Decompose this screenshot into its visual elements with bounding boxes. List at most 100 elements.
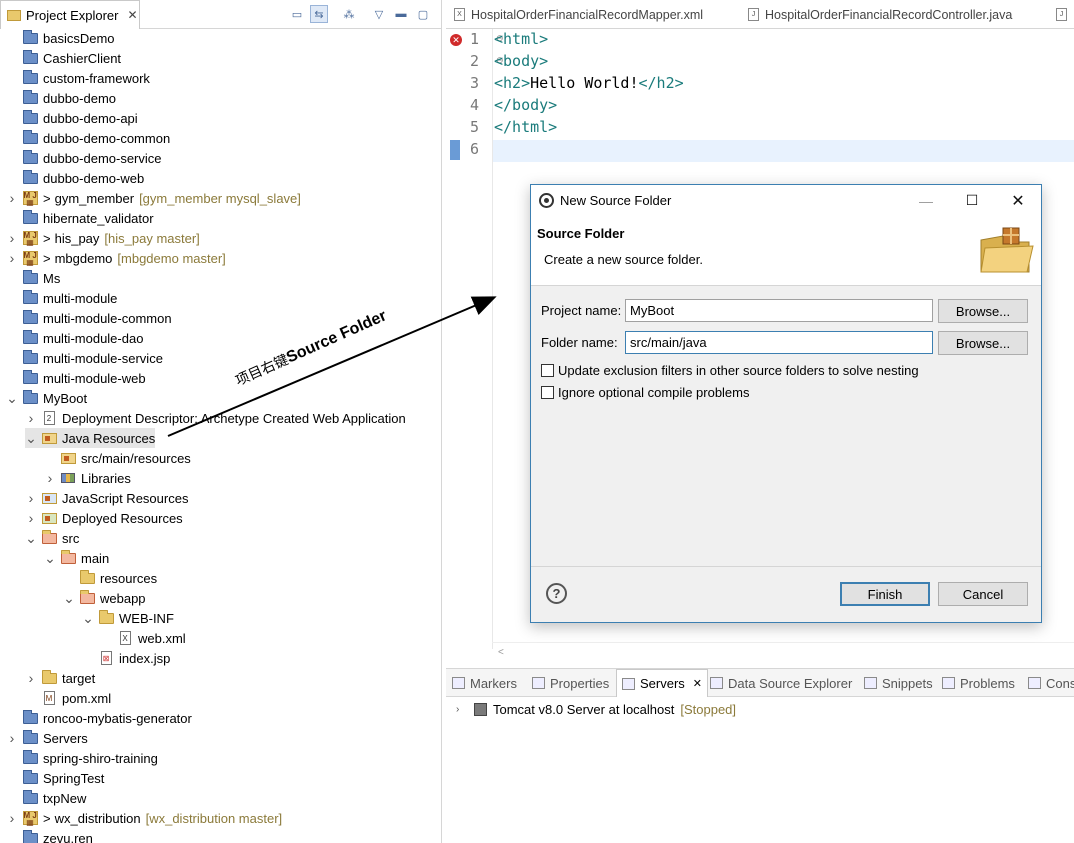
chevron-down-icon[interactable]: ⌄ [44,550,56,567]
chevron-right-icon[interactable]: › [25,670,37,686]
tree-item[interactable]: ⌄ src [25,528,79,548]
tree-item[interactable]: dubbo-demo-common [6,128,170,148]
project-browse-button[interactable]: Browse... [938,299,1028,323]
update-exclusion-checkbox[interactable]: Update exclusion filters in other source… [541,363,919,378]
tree-item[interactable]: multi-module-service [6,348,163,368]
tree-item[interactable]: roncoo-mybatis-generator [6,708,192,728]
tree-item[interactable]: custom-framework [6,68,150,88]
finish-button[interactable]: Finish [840,582,930,606]
tab-snippets[interactable]: Snippets [864,669,933,697]
view-menu-icon[interactable]: ▽ [370,5,388,23]
collapse-all-icon[interactable]: ▭ [288,5,306,23]
tree-item[interactable]: Ms [6,268,60,288]
chevron-right-icon[interactable]: › [6,190,18,206]
link-with-editor-icon[interactable]: ⇆ [310,5,328,23]
tree-item[interactable]: ⌄ webapp [63,588,146,608]
tree-item[interactable]: ⊠ index.jsp [82,648,170,668]
tree-item[interactable]: multi-module-common [6,308,172,328]
tree-item[interactable]: ⌄ Java Resources [25,428,156,448]
tree-item[interactable]: CashierClient [6,48,121,68]
tree-item-label: dubbo-demo [43,90,116,106]
chevron-right-icon[interactable]: › [25,410,37,426]
chevron-down-icon[interactable]: ⌄ [6,390,18,407]
tab-properties[interactable]: Properties [532,669,609,697]
tree-item[interactable]: spring-shiro-training [6,748,158,768]
chevron-down-icon[interactable]: ⌄ [25,530,37,547]
tree-item[interactable]: txpNew [6,788,86,808]
folder-name-field[interactable] [625,331,933,354]
tree-item[interactable]: › M J ▦ > gym_member [gym_member mysql_slave] [6,188,301,208]
tree-item[interactable]: src/main/resources [44,448,191,468]
tab-markers[interactable]: Markers [452,669,517,697]
tree-item[interactable]: dubbo-demo-api [6,108,138,128]
tree-item[interactable]: multi-module [6,288,117,308]
tree-item[interactable]: › JavaScript Resources [25,488,189,508]
editor-tab-controller-java[interactable]: J HospitalOrderFinancialRecordController… [748,0,1012,29]
maximize-icon[interactable]: ▢ [414,5,432,23]
help-icon[interactable]: ? [546,583,567,604]
project-folder-icon [22,69,38,85]
minimize-icon[interactable]: ▬ [392,5,410,23]
tree-item-label: multi-module-common [43,310,172,326]
editor-horizontal-scrollbar[interactable]: < [492,642,1074,664]
tree-item[interactable]: SpringTest [6,768,104,788]
chevron-right-icon[interactable]: › [44,470,56,486]
filter-icon[interactable]: ⁂ [340,5,358,23]
close-icon[interactable]: ✕ [127,8,137,22]
chevron-right-icon[interactable]: › [6,230,18,246]
editor-tab-mapper-xml[interactable]: X HospitalOrderFinancialRecordMapper.xml [454,0,703,29]
tree-item[interactable]: dubbo-demo [6,88,116,108]
tab-servers[interactable]: Servers ✕ [616,669,709,697]
chevron-right-icon[interactable]: › [6,730,18,746]
folder-browse-button[interactable]: Browse... [938,331,1028,355]
tree-item[interactable]: › Servers [6,728,88,748]
ignore-optional-checkbox[interactable]: Ignore optional compile problems [541,385,750,400]
folder-error-icon [60,549,76,565]
error-marker-icon[interactable]: ✕ [450,34,462,46]
chevron-right-icon[interactable]: › [25,510,37,526]
tree-item[interactable]: hibernate_validator [6,208,154,228]
close-icon[interactable]: ✕ [995,185,1041,216]
chevron-down-icon[interactable]: ⌄ [25,430,37,447]
editor-tab-overflow[interactable]: J [1056,0,1067,29]
tree-item[interactable]: › target [25,668,95,688]
checkbox-box[interactable] [541,364,554,377]
close-icon[interactable]: ✕ [693,677,702,690]
tree-item[interactable]: › 2 Deployment Descriptor: Archetype Creat… [25,408,406,428]
chevron-down-icon[interactable]: ⌄ [82,610,94,627]
tree-item[interactable]: zevu.ren [6,828,93,843]
tree-item[interactable]: multi-module-dao [6,328,143,348]
tree-item[interactable]: dubbo-demo-service [6,148,162,168]
tab-data-source-explorer[interactable]: Data Source Explorer [710,669,852,697]
tree-item[interactable]: › M J ▦ > wx_distribution [wx_distribution ma… [6,808,283,828]
chevron-right-icon[interactable]: › [6,250,18,266]
chevron-right-icon[interactable]: › [25,490,37,506]
tree-item[interactable]: › Libraries [44,468,131,488]
tab-cons[interactable]: Cons [1028,669,1074,697]
tree-item[interactable]: dubbo-demo-web [6,168,144,188]
tree-item[interactable]: ⌄ main [44,548,109,568]
maximize-icon[interactable]: ☐ [949,185,995,216]
chevron-right-icon[interactable]: › [456,704,468,715]
checkbox-box[interactable] [541,386,554,399]
tree-item[interactable]: multi-module-web [6,368,146,388]
tree-item[interactable]: basicsDemo [6,28,115,48]
tree-item[interactable]: › Deployed Resources [25,508,183,528]
tree-item[interactable]: ⌄ WEB-INF [82,608,174,628]
tree-item[interactable]: resources [63,568,157,588]
server-row[interactable]: › Tomcat v8.0 Server at localhost [Stopp… [456,699,736,719]
chevron-right-icon[interactable]: › [6,810,18,826]
tree-item[interactable]: ⌄ MyBoot [6,388,87,408]
tree-item[interactable]: › M J ▦ > mbgdemo [mbgdemo master] [6,248,226,268]
git-branch-decoration: [gym_member mysql_slave] [139,190,301,206]
tree-item[interactable]: Mpom.xml [25,688,111,708]
chevron-down-icon[interactable]: ⌄ [63,590,75,607]
project-name-field[interactable] [625,299,933,322]
dialog-titlebar[interactable]: New Source Folder — ☐ ✕ [531,185,1041,216]
tab-problems[interactable]: Problems [942,669,1015,697]
tree-item[interactable]: Xweb.xml [101,628,186,648]
tab-project-explorer[interactable]: Project Explorer ✕ [0,0,140,29]
cancel-button[interactable]: Cancel [938,582,1028,606]
tree-item[interactable]: › M J ▦ > his_pay [his_pay master] [6,228,200,248]
minimize-icon[interactable]: — [903,185,949,216]
